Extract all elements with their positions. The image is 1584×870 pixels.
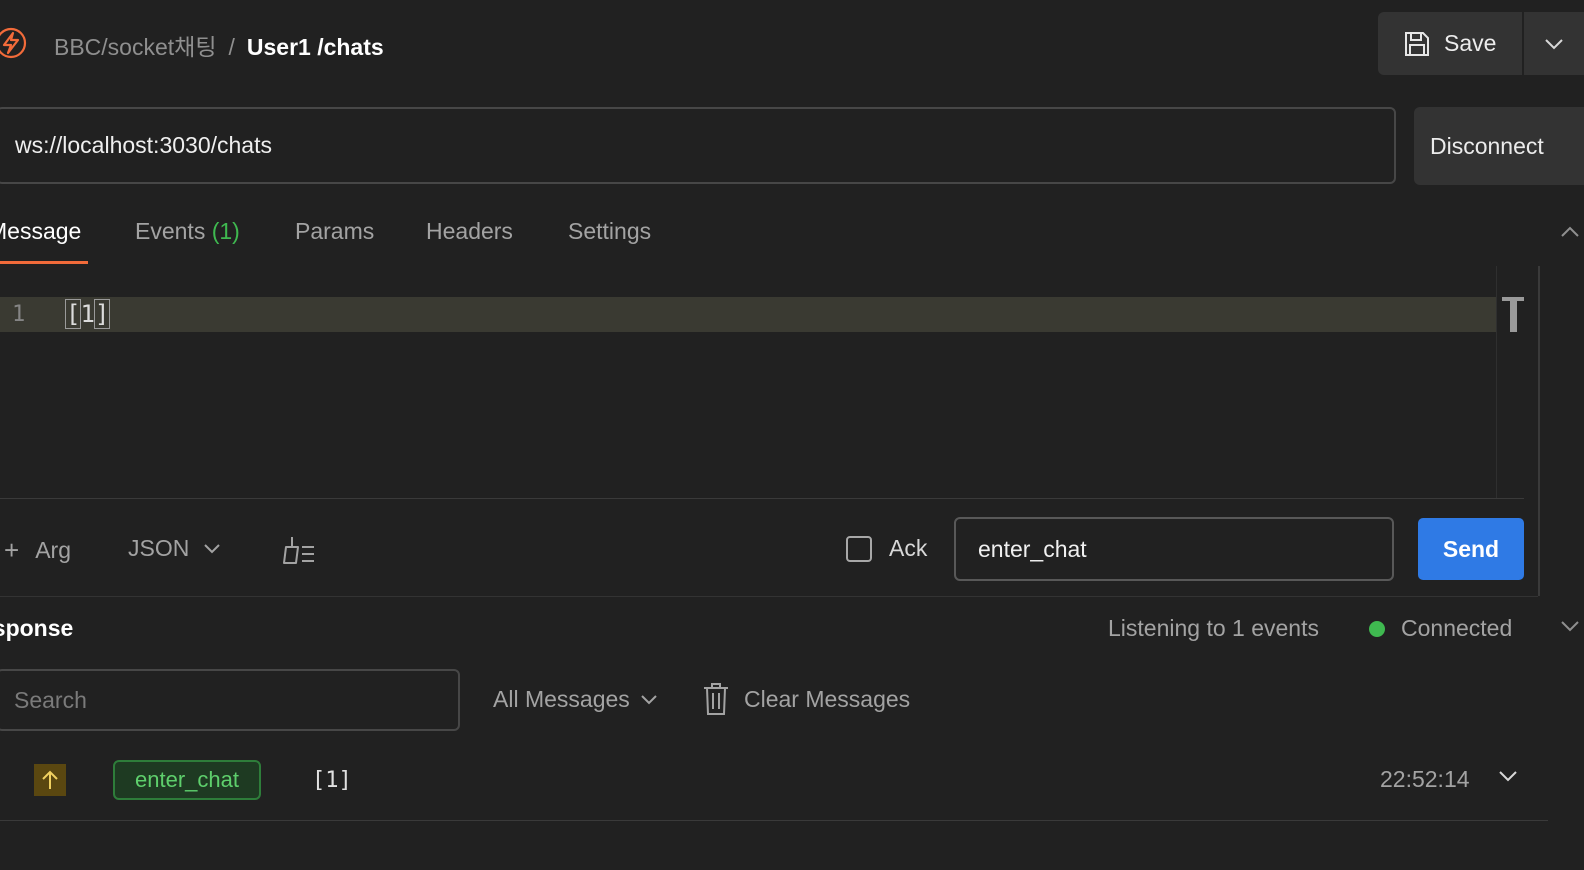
url-input[interactable]: ws://localhost:3030/chats xyxy=(0,107,1396,184)
caret-up-icon[interactable] xyxy=(1560,226,1580,238)
save-button[interactable]: Save xyxy=(1378,12,1522,75)
save-icon xyxy=(1402,29,1432,59)
divider xyxy=(0,498,1524,499)
connection-status: Connected xyxy=(1401,615,1513,641)
chevron-down-icon xyxy=(203,543,221,554)
format-select-value: JSON xyxy=(128,535,190,561)
tab-settings[interactable]: Settings xyxy=(568,218,651,245)
tab-headers[interactable]: Headers xyxy=(426,218,513,245)
editor-bracket-close: ] xyxy=(93,299,111,329)
message-filter-select[interactable]: All Messages xyxy=(493,686,658,713)
format-select[interactable]: JSON xyxy=(128,535,221,562)
search-input[interactable]: Search xyxy=(0,669,460,731)
divider xyxy=(0,820,1548,821)
disconnect-button[interactable]: Disconnect xyxy=(1414,107,1584,185)
app-logo-icon xyxy=(0,26,28,60)
ack-label: Ack xyxy=(889,535,928,561)
chevron-down-icon[interactable] xyxy=(1560,620,1580,632)
breadcrumb-separator: / xyxy=(228,34,235,60)
trash-icon xyxy=(702,682,730,716)
panel-divider[interactable] xyxy=(1538,266,1540,596)
chevron-down-icon xyxy=(640,694,658,705)
divider xyxy=(0,596,1538,597)
tab-events-label: Events xyxy=(135,218,206,244)
chevron-down-icon xyxy=(1544,38,1564,50)
event-name-input[interactable]: enter_chat xyxy=(954,517,1394,581)
clear-messages-label: Clear Messages xyxy=(744,685,911,712)
request-name[interactable]: User1 /chats xyxy=(247,34,384,60)
chevron-down-icon[interactable] xyxy=(1498,770,1518,782)
tab-message[interactable]: Message xyxy=(0,218,81,245)
scroll-thumb[interactable] xyxy=(1502,297,1524,332)
message-event-badge: enter_chat xyxy=(113,760,261,800)
add-arg-label: Arg xyxy=(35,537,71,563)
message-timestamp: 22:52:14 xyxy=(1380,766,1470,792)
ack-checkbox[interactable] xyxy=(846,536,872,562)
editor-line-number: 1 xyxy=(12,302,26,327)
editor-active-line[interactable] xyxy=(0,297,1496,332)
plus-icon: + xyxy=(4,535,20,565)
tab-params[interactable]: Params xyxy=(295,218,374,245)
listening-status[interactable]: Listening to 1 events xyxy=(1108,615,1319,642)
connection-status-dot xyxy=(1369,621,1385,637)
message-payload[interactable]: [1] xyxy=(312,768,352,793)
message-filter-value: All Messages xyxy=(493,686,630,712)
save-button-label: Save xyxy=(1444,30,1497,56)
breadcrumb-collection[interactable]: BBC/socket채팅 xyxy=(54,34,216,60)
tab-events[interactable]: Events (1) xyxy=(135,218,240,245)
add-arg-button[interactable]: + Arg xyxy=(4,535,71,566)
editor-bracket-open: [ xyxy=(64,299,82,329)
active-tab-indicator xyxy=(0,261,88,264)
beautify-icon[interactable] xyxy=(282,535,318,565)
clear-messages-button[interactable]: Clear Messages xyxy=(702,682,910,716)
arrow-up-icon xyxy=(34,764,66,796)
tab-events-count: (1) xyxy=(211,218,240,244)
response-title: esponse xyxy=(0,615,74,641)
send-button[interactable]: Send xyxy=(1418,518,1524,580)
save-options-button[interactable] xyxy=(1524,12,1584,75)
message-editor[interactable]: [1] xyxy=(64,299,111,329)
editor-content: 1 xyxy=(80,300,95,328)
breadcrumb: BBC/socket채팅 / User1 /chats xyxy=(54,28,384,62)
